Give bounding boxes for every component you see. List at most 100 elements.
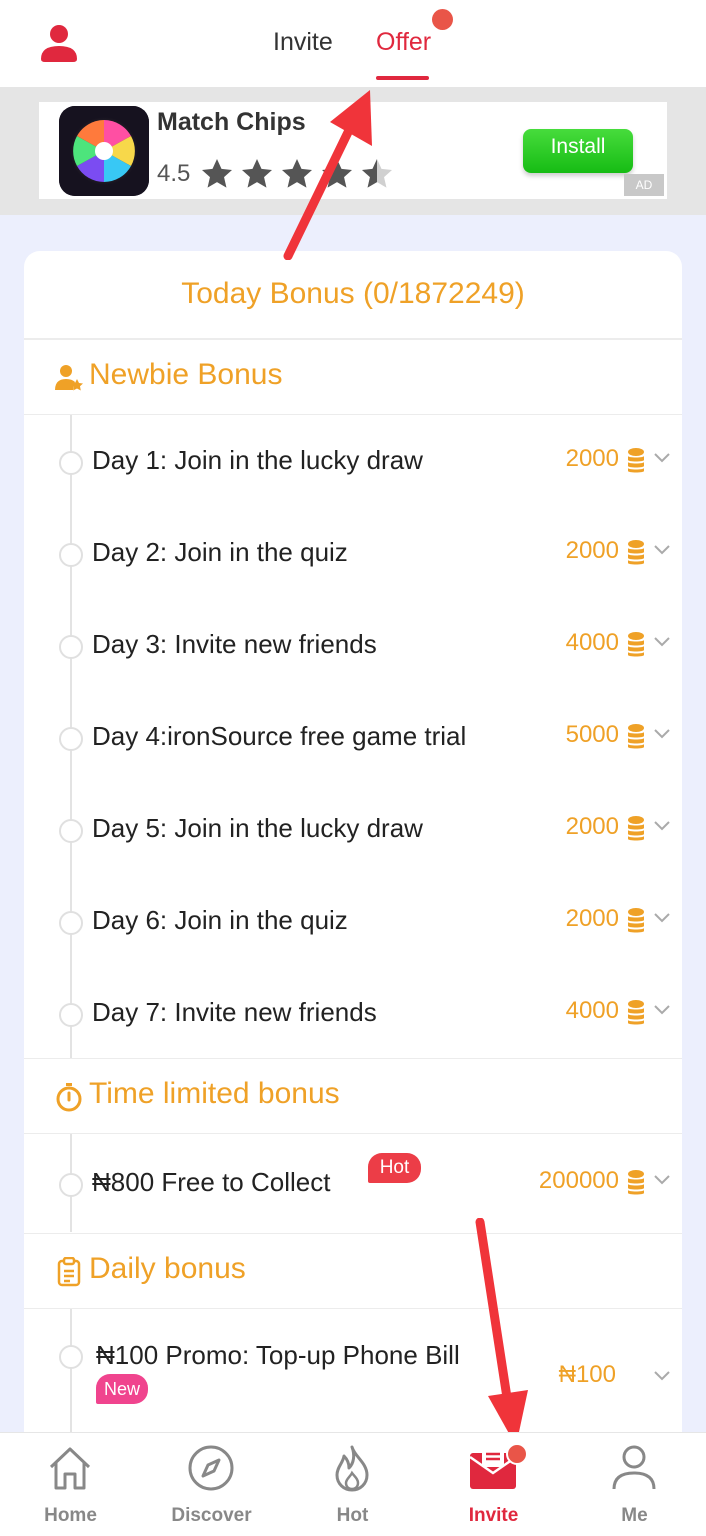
chevron-down-icon[interactable]	[654, 1005, 670, 1015]
coin-icon	[628, 448, 644, 473]
nav-label: Invite	[468, 1505, 519, 1526]
task-label: Day 2: Join in the quiz	[92, 537, 348, 567]
coin-icon	[628, 540, 644, 565]
section-time-limited-bonus: Time limited bonus	[24, 1058, 682, 1134]
coin-icon	[628, 724, 644, 749]
home-icon	[49, 1447, 91, 1490]
status-circle	[59, 727, 83, 751]
coin-icon	[628, 632, 644, 657]
coin-icon	[628, 1170, 644, 1195]
new-badge: New	[72, 1374, 148, 1404]
coin-icon	[628, 908, 644, 933]
nav-item-discover[interactable]: Discover	[141, 1433, 282, 1536]
notification-dot	[432, 9, 453, 30]
task-reward: 2000	[565, 905, 619, 932]
task-row[interactable]: Day 5: Join in the lucky draw 2000	[24, 783, 682, 875]
ad-banner-area: Match Chips 4.5 Install AD	[0, 87, 706, 215]
task-reward: 200000	[538, 1167, 619, 1194]
task-row[interactable]: Day 2: Join in the quiz 2000	[24, 507, 682, 599]
section-title: Time limited bonus	[89, 1077, 340, 1110]
ad-badge: AD	[624, 174, 664, 196]
section-daily-bonus: Daily bonus	[24, 1233, 682, 1309]
task-row[interactable]: Day 7: Invite new friends 4000	[24, 967, 682, 1059]
app-icon	[59, 106, 149, 196]
task-row[interactable]: Day 3: Invite new friends 4000	[24, 599, 682, 691]
nav-item-me[interactable]: Me	[564, 1433, 705, 1536]
top-bar: Invite Offer	[0, 0, 706, 87]
task-label: ₦800 Free to Collect	[92, 1167, 331, 1197]
task-row[interactable]: ₦100 Promo: Top-up Phone Bill ₦100	[24, 1311, 682, 1431]
clipboard-icon	[57, 1257, 81, 1287]
person-icon	[612, 1445, 656, 1490]
task-reward: 2000	[565, 537, 619, 564]
chevron-down-icon[interactable]	[654, 1175, 670, 1185]
chevron-down-icon[interactable]	[654, 637, 670, 647]
task-reward: 2000	[565, 445, 619, 472]
stopwatch-icon	[56, 1083, 82, 1112]
hot-badge: Hot	[368, 1153, 421, 1183]
task-row[interactable]: Day 1: Join in the lucky draw 2000	[24, 415, 682, 507]
task-reward: 2000	[565, 813, 619, 840]
star-rating	[199, 156, 395, 192]
task-reward: 4000	[565, 997, 619, 1024]
task-label: Day 3: Invite new friends	[92, 629, 377, 659]
half-star-icon	[362, 159, 392, 188]
star-icon	[282, 159, 312, 188]
status-circle	[59, 819, 83, 843]
task-label: Day 4:ironSource free game trial	[92, 721, 467, 751]
status-circle	[59, 543, 83, 567]
section-title: Newbie Bonus	[89, 358, 283, 391]
nav-item-invite[interactable]: Invite	[423, 1433, 564, 1536]
nav-label: Home	[44, 1505, 97, 1526]
bottom-nav: Home Discover Hot Invite Me	[0, 1432, 706, 1536]
task-reward: 5000	[565, 721, 619, 748]
status-circle	[59, 911, 83, 935]
compass-icon	[188, 1445, 234, 1491]
today-bonus-title: Today Bonus (0/1872249)	[24, 251, 682, 339]
task-row[interactable]: ₦800 Free to Collect Hot 200000	[24, 1137, 682, 1229]
chevron-down-icon[interactable]	[654, 729, 670, 739]
nav-label: Discover	[171, 1505, 252, 1526]
task-label: Day 5: Join in the lucky draw	[92, 813, 423, 843]
task-row[interactable]: Day 4:ironSource free game trial 5000	[24, 691, 682, 783]
status-circle	[59, 1003, 83, 1027]
ad-title: Match Chips	[157, 108, 306, 136]
nav-label: Me	[621, 1505, 648, 1526]
nav-label: Hot	[336, 1505, 369, 1526]
task-reward: 4000	[565, 629, 619, 656]
section-newbie-bonus: Newbie Bonus	[24, 339, 682, 415]
status-circle	[59, 1345, 83, 1369]
star-icon	[202, 159, 232, 188]
chevron-down-icon[interactable]	[654, 453, 670, 463]
task-label: Day 1: Join in the lucky draw	[92, 445, 423, 475]
chevron-down-icon[interactable]	[654, 1371, 670, 1381]
tab-bar: Invite Offer	[0, 0, 706, 87]
star-icon	[242, 159, 272, 188]
task-row[interactable]: Day 6: Join in the quiz 2000	[24, 875, 682, 967]
new-badge-label: New	[96, 1374, 148, 1404]
status-circle	[59, 635, 83, 659]
status-circle	[59, 1173, 83, 1197]
nav-item-home[interactable]: Home	[0, 1433, 141, 1536]
status-circle	[59, 451, 83, 475]
chevron-down-icon[interactable]	[654, 821, 670, 831]
tab-invite[interactable]: Invite	[273, 28, 333, 57]
chevron-down-icon[interactable]	[654, 545, 670, 555]
ad-banner[interactable]: Match Chips 4.5 Install AD	[39, 102, 667, 199]
user-star-icon	[55, 365, 83, 391]
flame-icon	[335, 1445, 369, 1492]
coin-icon	[628, 816, 644, 841]
chevron-down-icon[interactable]	[654, 913, 670, 923]
bonus-card: Today Bonus (0/1872249) Newbie Bonus Day…	[24, 251, 682, 1536]
nav-item-hot[interactable]: Hot	[282, 1433, 423, 1536]
coin-icon	[628, 1000, 644, 1025]
task-reward: ₦100	[558, 1361, 616, 1388]
task-label: Day 6: Join in the quiz	[92, 905, 348, 935]
active-tab-indicator	[376, 76, 429, 80]
task-label: ₦100 Promo: Top-up Phone Bill	[96, 1340, 460, 1370]
tab-offer[interactable]: Offer	[376, 28, 431, 57]
star-icon	[322, 159, 352, 188]
task-label: Day 7: Invite new friends	[92, 997, 377, 1027]
install-button[interactable]: Install	[523, 129, 633, 173]
notification-dot	[506, 1443, 528, 1465]
